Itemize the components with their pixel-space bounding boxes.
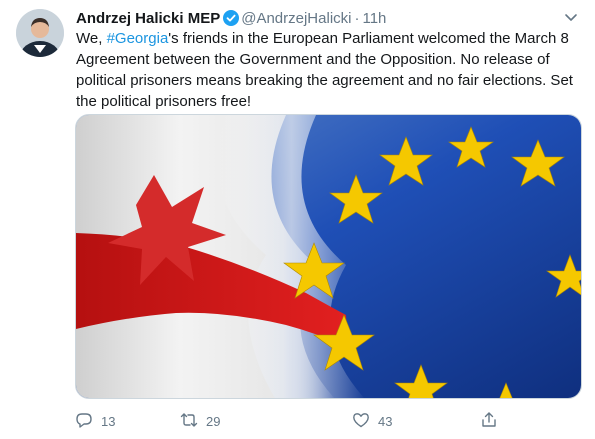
like-icon [352, 411, 370, 432]
separator-dot: · [354, 10, 360, 27]
hashtag-link[interactable]: #Georgia [107, 30, 169, 47]
tweet-card: Andrzej Halicki MEP @AndrzejHalicki · 11h W… [0, 0, 595, 439]
like-button[interactable]: 43 [352, 410, 392, 432]
tweet-image[interactable] [75, 114, 582, 399]
tweet-text: We, #Georgia's friends in the European P… [76, 28, 581, 112]
flags-image [76, 115, 581, 398]
tweet-header: Andrzej Halicki MEP @AndrzejHalicki · 11h [76, 9, 386, 29]
chevron-down-icon[interactable] [562, 8, 580, 26]
share-button[interactable] [480, 410, 498, 432]
retweet-icon [180, 411, 198, 432]
timestamp[interactable]: 11h [362, 10, 386, 27]
author-handle[interactable]: @AndrzejHalicki [241, 10, 351, 27]
share-icon [480, 411, 498, 432]
reply-button[interactable]: 13 [75, 410, 115, 432]
verified-badge-icon [223, 10, 240, 26]
reply-icon [75, 411, 93, 432]
tweet-text-before: We, [76, 30, 107, 47]
tweet-actions: 13 29 43 [75, 410, 575, 432]
retweet-button[interactable]: 29 [180, 410, 220, 432]
reply-count: 13 [101, 413, 116, 429]
retweet-count: 29 [206, 413, 221, 429]
author-name[interactable]: Andrzej Halicki MEP [76, 10, 220, 27]
like-count: 43 [378, 413, 393, 429]
avatar[interactable] [16, 9, 64, 57]
